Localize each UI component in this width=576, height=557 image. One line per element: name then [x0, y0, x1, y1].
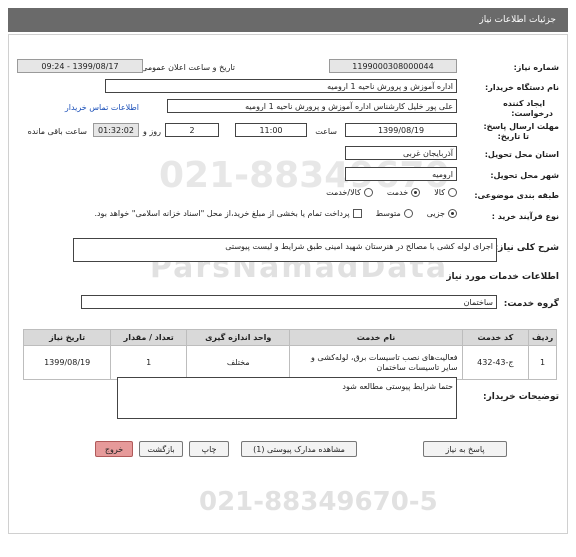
deadline-date-field: 1399/08/19	[345, 123, 457, 137]
requester-label-1: ایجاد کننده	[503, 99, 545, 108]
process-option-medium[interactable]: متوسط	[376, 209, 413, 218]
buyer-notes-label: توضیحات خریدار:	[483, 392, 559, 402]
process-options: جزیی متوسط پرداخت تمام یا بخشی از مبلغ خ…	[94, 209, 457, 218]
cell-code: ج-43-432	[461, 345, 530, 380]
back-button[interactable]: بازگشت	[139, 441, 183, 457]
buyer-org-label: نام دستگاه خریدار:	[485, 83, 559, 92]
remaining-label: ساعت باقی مانده	[27, 127, 87, 136]
checkbox-icon	[352, 209, 362, 218]
deadline-time-field: 11:00	[235, 123, 307, 137]
remaining-time-field: 01:32:02	[93, 123, 139, 137]
province-field: آذربایجان غربی	[345, 146, 457, 160]
announce-field: 1399/08/17 - 09:24	[17, 59, 143, 73]
services-table: ردیف کد خدمت نام خدمت واحد اندازه گیری ت…	[22, 329, 557, 380]
page-title: جزئیات اطلاعات نیاز	[479, 15, 556, 25]
exit-button[interactable]: خروج	[95, 441, 133, 457]
contact-info-link[interactable]: اطلاعات تماس خریدار	[65, 103, 139, 112]
radio-selected-icon	[411, 188, 421, 197]
table-row: 1 ج-43-432 فعالیت‌های نصب تاسیسات برق، ل…	[22, 345, 557, 380]
process-label: نوع فرآیند خرید :	[491, 212, 559, 221]
need-number-field: 1199000308000044	[329, 59, 457, 73]
service-group-field: ساختمان	[81, 295, 497, 309]
category-option-goods[interactable]: کالا	[434, 188, 457, 197]
deadline-label-1: مهلت ارسال پاسخ:	[483, 122, 559, 131]
days-field: 2	[165, 123, 219, 137]
radio-selected-icon	[448, 209, 457, 218]
days-label: روز و	[143, 127, 161, 136]
category-options: کالا خدمت کالا/خدمت	[326, 188, 457, 197]
cell-date: 1399/08/19	[22, 345, 112, 380]
table-header-row: ردیف کد خدمت نام خدمت واحد اندازه گیری ت…	[22, 329, 557, 346]
city-label: شهر محل تحویل:	[490, 171, 559, 180]
need-number-label: شماره نیاز:	[513, 63, 559, 72]
cell-name: فعالیت‌های نصب تاسیسات برق، لوله‌کشی و س…	[289, 345, 463, 380]
radio-icon	[403, 209, 413, 218]
city-field: ارومیه	[345, 167, 457, 181]
print-button[interactable]: چاپ	[189, 441, 229, 457]
details-panel: 021-88349670 ParsNamadData 021-88349670-…	[8, 34, 568, 534]
radio-icon	[363, 188, 373, 197]
view-attachments-button[interactable]: مشاهده مدارک پیوستی (1)	[241, 441, 357, 457]
category-option-both[interactable]: کالا/خدمت	[326, 188, 373, 197]
summary-label: شرح کلی نیاز:	[494, 243, 559, 253]
category-label: طبقه بندی موضوعی:	[474, 191, 559, 200]
cell-unit: مختلف	[186, 345, 291, 380]
col-header-name: نام خدمت	[289, 329, 463, 346]
time-label: ساعت	[315, 127, 337, 136]
cell-row: 1	[528, 345, 557, 380]
services-section-title: اطلاعات خدمات مورد نیاز	[446, 272, 559, 282]
reply-button[interactable]: پاسخ به نیاز	[423, 441, 507, 457]
deadline-label-2: تا تاریخ:	[497, 132, 529, 141]
summary-field: اجرای لوله کشی با مصالح در هنرستان شهید …	[73, 238, 497, 262]
payment-option[interactable]: پرداخت تمام یا بخشی از مبلغ خرید،از محل …	[94, 209, 362, 218]
cell-qty: 1	[110, 345, 188, 380]
col-header-code: کد خدمت	[461, 329, 530, 346]
col-header-unit: واحد اندازه گیری	[186, 329, 291, 346]
col-header-row: ردیف	[528, 329, 557, 346]
service-group-label: گروه خدمت:	[503, 299, 559, 309]
province-label: استان محل تحویل:	[484, 150, 559, 159]
announce-label: تاریخ و ساعت اعلان عمومی:	[138, 63, 235, 72]
col-header-date: تاریخ نیاز	[22, 329, 112, 346]
radio-icon	[448, 188, 457, 197]
requester-label-2: درخواست:	[511, 109, 553, 118]
col-header-qty: تعداد / مقدار	[110, 329, 188, 346]
buyer-org-field: اداره آموزش و پرورش ناحیه 1 ارومیه	[105, 79, 457, 93]
process-option-minor[interactable]: جزیی	[427, 209, 457, 218]
requester-field: علی پور خلیل کارشناس اداره آموزش و پرورش…	[167, 99, 457, 113]
category-option-service[interactable]: خدمت	[387, 188, 421, 197]
watermark-phone-bottom: 021-88349670-5	[199, 487, 438, 517]
buyer-notes-field: حتما شرایط پیوستی مطالعه شود	[117, 377, 457, 419]
page-header: جزئیات اطلاعات نیاز	[8, 8, 568, 32]
